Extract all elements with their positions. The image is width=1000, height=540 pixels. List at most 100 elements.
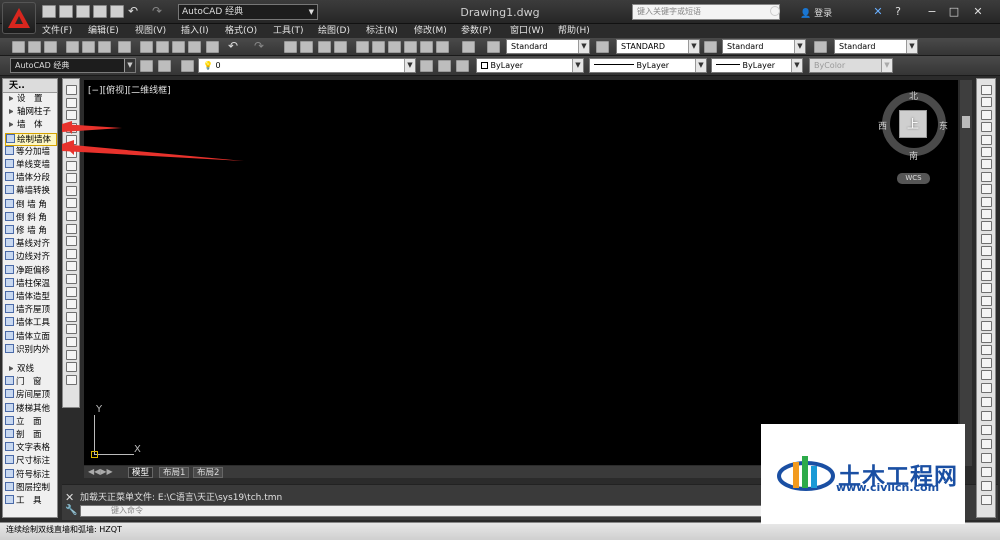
draw-tool-icon[interactable] xyxy=(66,173,77,184)
modify-tool-icon[interactable] xyxy=(981,246,992,257)
draw-order-icon[interactable] xyxy=(981,439,992,449)
panel-item[interactable]: 修 墙 角 xyxy=(5,225,57,238)
workspace-lock-icon[interactable] xyxy=(158,60,171,72)
panel-item[interactable]: 尺寸标注 xyxy=(5,455,57,468)
modify-tool-icon[interactable] xyxy=(981,221,992,232)
panel-item[interactable]: 文字表格 xyxy=(5,442,57,455)
modify-tool-icon[interactable] xyxy=(981,109,992,120)
matchprop-icon[interactable] xyxy=(188,41,201,53)
modify-tool-icon[interactable] xyxy=(981,147,992,157)
modify-tool-icon[interactable] xyxy=(981,271,992,281)
layer-dropdown[interactable]: 💡 0 ▼ xyxy=(198,58,416,73)
panel-item[interactable]: 双线 xyxy=(5,363,57,376)
maximize-button[interactable]: □ xyxy=(946,4,962,20)
draw-tool-icon[interactable] xyxy=(66,198,77,209)
help-icon[interactable] xyxy=(462,41,475,53)
table-style-dropdown[interactable]: Standard ▼ xyxy=(722,39,806,54)
draw-tool-icon[interactable] xyxy=(66,299,77,310)
make-current-icon[interactable] xyxy=(420,60,433,72)
layer-previous-icon[interactable] xyxy=(438,60,451,72)
command-input[interactable]: 键入命令 xyxy=(80,505,770,517)
modify-tool-icon[interactable] xyxy=(981,85,992,95)
draw-tool-icon[interactable] xyxy=(66,337,77,347)
modify-tool-icon[interactable] xyxy=(981,308,992,319)
wcs-menu[interactable]: WCS xyxy=(897,173,930,184)
panel-item[interactable]: 轴网柱子 xyxy=(5,106,57,119)
menu-file[interactable]: 文件(F) xyxy=(42,24,72,38)
draw-tool-icon[interactable] xyxy=(66,248,77,259)
draw-tool-icon[interactable] xyxy=(66,185,77,196)
markup-icon[interactable] xyxy=(420,41,433,53)
qnew-icon[interactable] xyxy=(12,41,25,53)
pan-icon[interactable] xyxy=(284,41,297,53)
modify-tool-icon[interactable] xyxy=(981,320,992,331)
modify-tool-icon[interactable] xyxy=(981,295,992,306)
vscroll-thumb[interactable] xyxy=(962,116,970,128)
modify-tool-icon[interactable] xyxy=(981,122,992,133)
panel-item[interactable]: 墙体造型 xyxy=(5,291,57,304)
panel-item[interactable]: 墙 体 xyxy=(5,119,57,132)
panel-item[interactable]: 净距偏移 xyxy=(5,264,57,278)
draw-tool-icon[interactable] xyxy=(66,236,77,247)
modify-tool-icon[interactable] xyxy=(981,345,992,356)
save-icon[interactable] xyxy=(76,5,90,18)
properties-icon[interactable] xyxy=(356,41,369,53)
designcenter-icon[interactable] xyxy=(372,41,385,53)
minimize-button[interactable]: − xyxy=(924,4,940,20)
draw-tool-icon[interactable] xyxy=(66,85,77,95)
menu-format[interactable]: 格式(O) xyxy=(225,24,257,38)
draw-order-icon[interactable] xyxy=(981,397,992,407)
menu-insert[interactable]: 插入(I) xyxy=(181,24,209,38)
modify-tool-icon[interactable] xyxy=(981,258,992,269)
panel-item[interactable]: 剖 面 xyxy=(5,429,57,442)
workspace-dropdown[interactable]: AutoCAD 经典 ▼ xyxy=(178,4,318,20)
redo-icon[interactable]: ↷ xyxy=(254,39,264,53)
3ddwf-icon[interactable] xyxy=(118,41,131,53)
save-icon[interactable] xyxy=(44,41,57,53)
modify-tool-icon[interactable] xyxy=(981,209,992,219)
tab-model[interactable]: 模型 xyxy=(128,467,154,478)
workspace-settings-icon[interactable] xyxy=(140,60,153,72)
draw-tool-icon[interactable] xyxy=(66,311,77,322)
new-icon[interactable] xyxy=(42,5,56,18)
text-style-icon[interactable] xyxy=(487,41,500,53)
modify-tool-icon[interactable] xyxy=(981,159,992,170)
panel-item[interactable]: 立 面 xyxy=(5,415,57,429)
draw-tool-icon[interactable] xyxy=(66,223,77,234)
redo-icon[interactable]: ↷ xyxy=(152,4,162,18)
modify-tool-icon[interactable] xyxy=(981,357,992,368)
modify-tool-icon[interactable] xyxy=(981,134,992,145)
menu-tools[interactable]: 工具(T) xyxy=(273,24,304,38)
layer-properties-icon[interactable] xyxy=(181,60,194,72)
draw-tool-icon[interactable] xyxy=(66,97,77,108)
help-icon[interactable]: ? xyxy=(890,4,906,20)
panel-item[interactable]: 设 置 xyxy=(5,93,57,106)
zoom-realtime-icon[interactable] xyxy=(300,41,313,53)
wrench-icon[interactable]: 🔧 xyxy=(65,505,77,516)
panel-item[interactable]: 墙体工具 xyxy=(5,317,57,330)
publish-icon[interactable] xyxy=(98,41,111,53)
draw-order-icon[interactable] xyxy=(981,481,992,491)
menu-help[interactable]: 帮助(H) xyxy=(558,24,590,38)
menu-modify[interactable]: 修改(M) xyxy=(414,24,447,38)
zoom-previous-icon[interactable] xyxy=(334,41,347,53)
menu-window[interactable]: 窗口(W) xyxy=(510,24,544,38)
modify-tool-icon[interactable] xyxy=(981,97,992,108)
panel-item[interactable]: 倒 墙 角 xyxy=(5,198,57,212)
menu-view[interactable]: 视图(V) xyxy=(135,24,166,38)
modify-tool-icon[interactable] xyxy=(981,370,992,381)
tool-palettes-icon[interactable] xyxy=(388,41,401,53)
draw-tool-icon[interactable] xyxy=(66,274,77,284)
draw-tool-icon[interactable] xyxy=(66,261,77,272)
plot-icon[interactable] xyxy=(66,41,79,53)
menu-edit[interactable]: 编辑(E) xyxy=(88,24,119,38)
saveas-icon[interactable] xyxy=(93,5,107,18)
tab-layout2[interactable]: 布局2 xyxy=(193,467,224,478)
login-link[interactable]: 👤 登录 xyxy=(800,6,832,19)
draw-order-icon[interactable] xyxy=(981,495,992,505)
panel-item[interactable]: 符号标注 xyxy=(5,468,57,482)
menu-parameters[interactable]: 参数(P) xyxy=(461,24,491,38)
draw-tool-icon[interactable] xyxy=(66,286,77,297)
panel-item[interactable]: 房间屋顶 xyxy=(5,389,57,402)
linetype-dropdown[interactable]: ByLayer ▼ xyxy=(589,58,707,73)
